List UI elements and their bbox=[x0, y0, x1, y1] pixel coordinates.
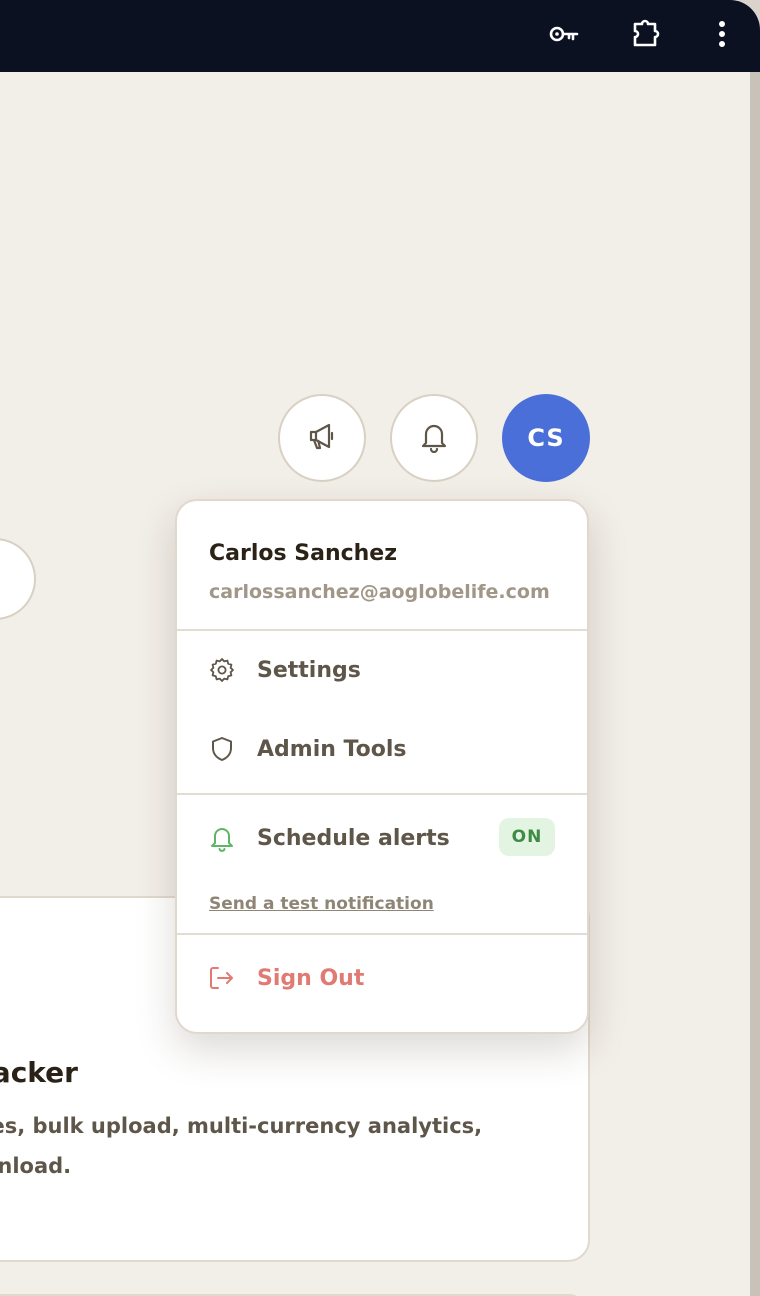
extension-puzzle-icon[interactable] bbox=[625, 14, 665, 54]
schedule-alerts-status-badge[interactable]: ON bbox=[499, 818, 555, 856]
megaphone-icon bbox=[305, 419, 339, 457]
shield-icon bbox=[207, 734, 237, 764]
menu-item-label: Sign Out bbox=[257, 965, 365, 991]
browser-toolbar bbox=[0, 0, 760, 72]
menu-divider bbox=[177, 793, 587, 795]
card-description: ces, bulk upload, multi-currency analyti… bbox=[0, 1114, 483, 1178]
more-vert-icon[interactable] bbox=[702, 14, 742, 54]
scrollbar[interactable] bbox=[750, 72, 760, 1296]
menu-item-label: Settings bbox=[257, 657, 361, 683]
partial-button[interactable] bbox=[0, 538, 36, 620]
gear-icon bbox=[207, 655, 237, 685]
user-avatar-button[interactable]: CS bbox=[502, 394, 590, 482]
avatar-initials: CS bbox=[527, 424, 565, 452]
menu-item-settings[interactable]: Settings bbox=[177, 640, 587, 700]
menu-item-label: Admin Tools bbox=[257, 736, 407, 762]
send-test-notification-link[interactable]: Send a test notification bbox=[209, 894, 434, 914]
bell-icon bbox=[207, 823, 237, 853]
menu-item-label: Schedule alerts bbox=[257, 825, 450, 851]
user-menu-dropdown: Carlos Sanchez carlossanchez@aoglobelife… bbox=[175, 499, 589, 1034]
menu-item-schedule-alerts[interactable]: Schedule alerts ON bbox=[177, 808, 587, 868]
menu-item-sign-out[interactable]: Sign Out bbox=[177, 948, 587, 1008]
sign-out-icon bbox=[207, 963, 237, 993]
announcements-button[interactable] bbox=[278, 394, 366, 482]
menu-item-admin-tools[interactable]: Admin Tools bbox=[177, 719, 587, 779]
bell-icon bbox=[418, 419, 450, 457]
menu-divider bbox=[177, 933, 587, 935]
menu-divider bbox=[177, 629, 587, 631]
key-icon[interactable] bbox=[544, 14, 584, 54]
card-title: racker bbox=[0, 1056, 78, 1089]
notifications-button[interactable] bbox=[390, 394, 478, 482]
menu-user-email: carlossanchez@aoglobelife.com bbox=[209, 581, 550, 603]
menu-user-name: Carlos Sanchez bbox=[209, 541, 398, 566]
page-content: CS racker ces, bulk upload, multi-curren… bbox=[0, 72, 750, 1296]
